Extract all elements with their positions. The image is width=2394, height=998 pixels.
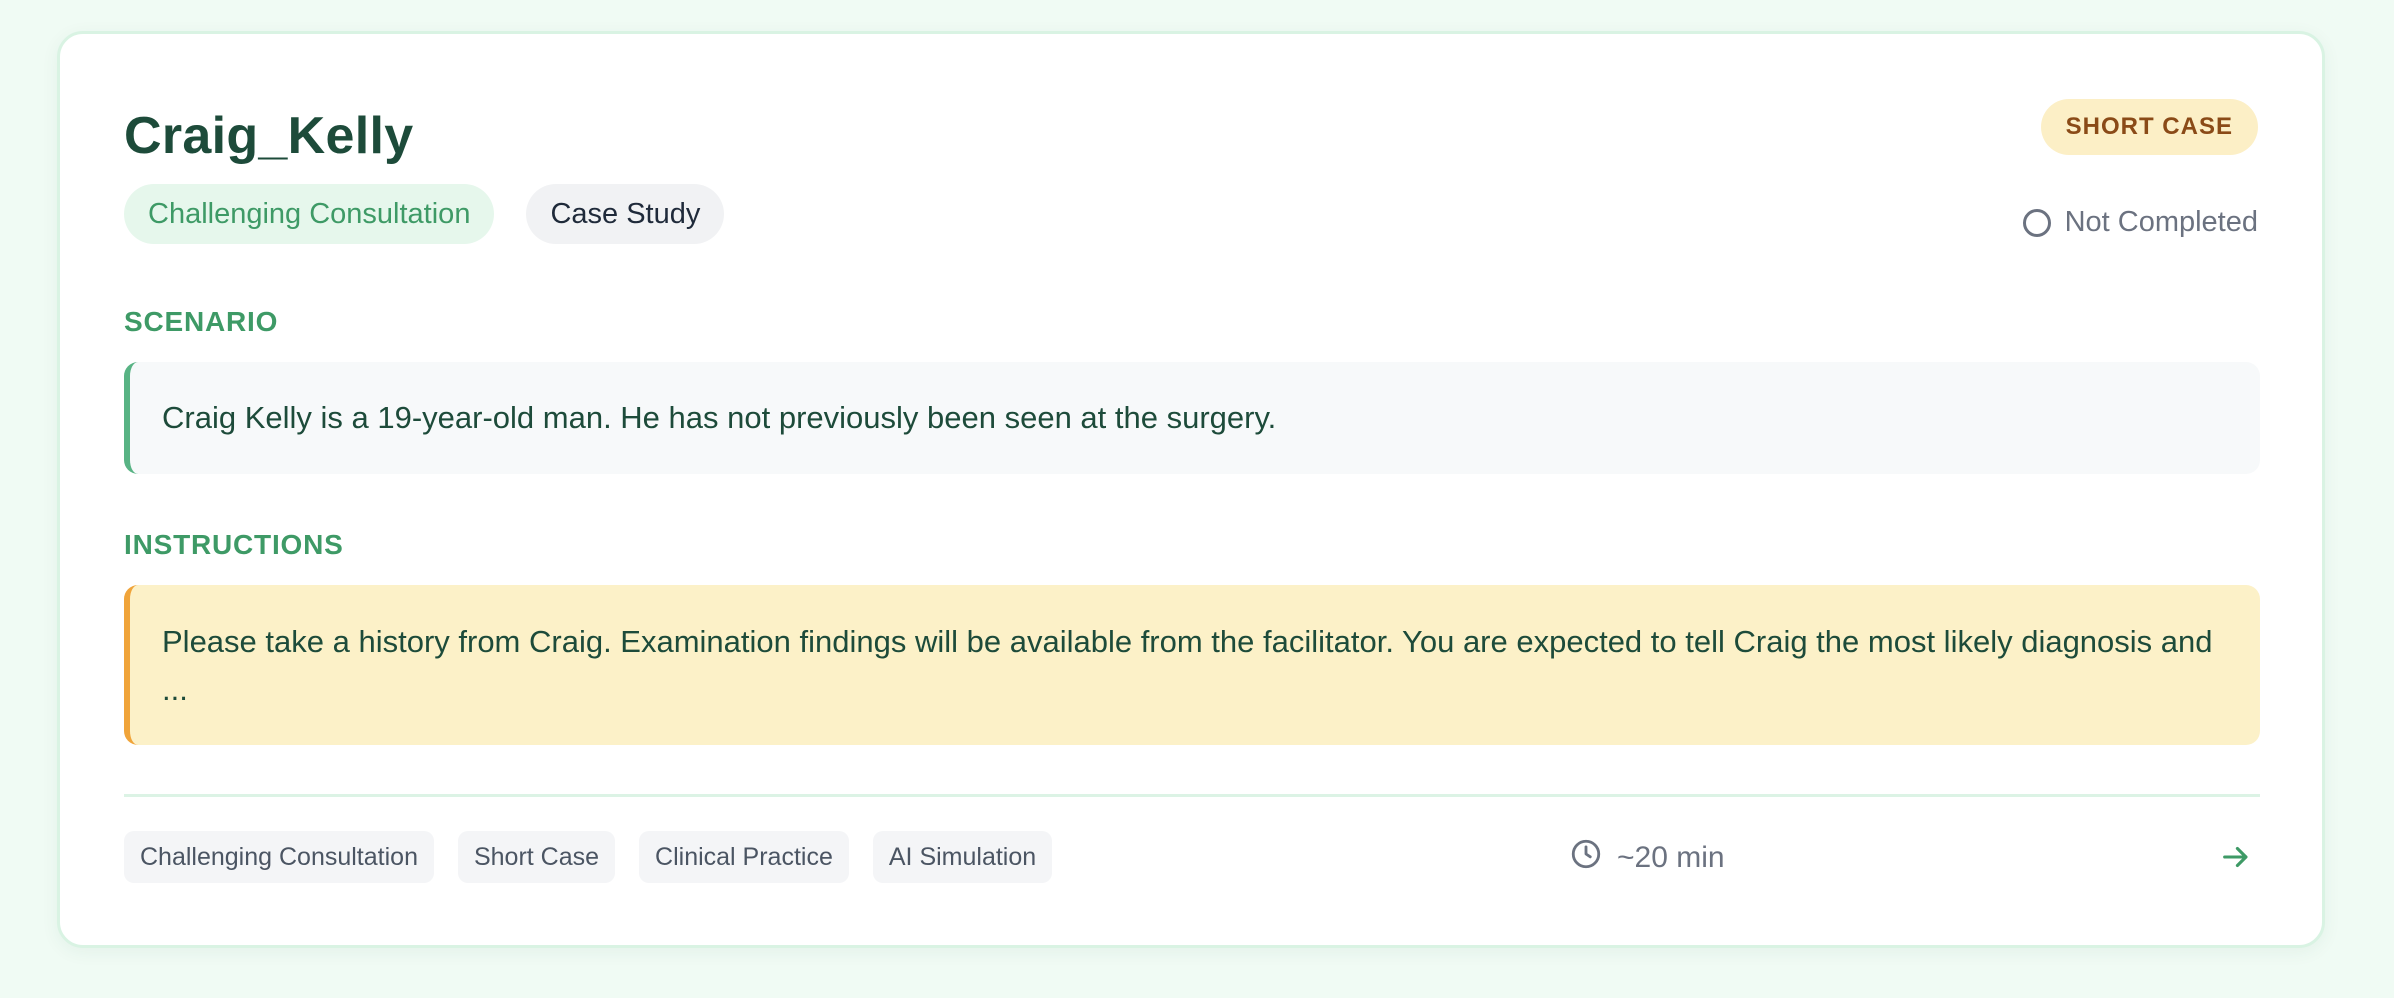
footer-tags: Challenging Consultation Short Case Clin…	[124, 831, 1053, 883]
case-type-badge: SHORT CASE	[2040, 99, 2258, 155]
footer-tag: Clinical Practice	[639, 831, 849, 883]
scenario-box: Craig Kelly is a 19-year-old man. He has…	[124, 362, 2260, 474]
open-case-arrow-icon[interactable]	[2214, 835, 2258, 879]
duration-label: ~20 min	[1617, 841, 1725, 874]
footer-divider	[124, 794, 2260, 797]
case-card[interactable]: Craig_Kelly Challenging Consultation Cas…	[57, 31, 2325, 948]
instructions-heading: INSTRUCTIONS	[124, 529, 344, 560]
category-tag: Challenging Consultation	[124, 184, 495, 244]
clock-icon	[1569, 837, 1603, 879]
duration: ~20 min	[1569, 837, 1725, 879]
scenario-heading: SCENARIO	[124, 306, 279, 337]
completion-status: Not Completed	[2022, 206, 2258, 239]
status-label: Not Completed	[2064, 206, 2258, 238]
footer-tag: AI Simulation	[872, 831, 1053, 883]
footer-tag: Short Case	[457, 831, 616, 883]
status-circle-icon	[2022, 208, 2051, 237]
scenario-text: Craig Kelly is a 19-year-old man. He has…	[162, 400, 1277, 435]
format-tag: Case Study	[526, 184, 725, 244]
case-tags: Challenging Consultation Case Study	[124, 184, 725, 244]
instructions-text: Please take a history from Craig. Examin…	[162, 624, 2213, 707]
instructions-box: Please take a history from Craig. Examin…	[124, 585, 2260, 745]
case-title: Craig_Kelly	[124, 107, 414, 165]
footer-tag: Challenging Consultation	[124, 831, 434, 883]
